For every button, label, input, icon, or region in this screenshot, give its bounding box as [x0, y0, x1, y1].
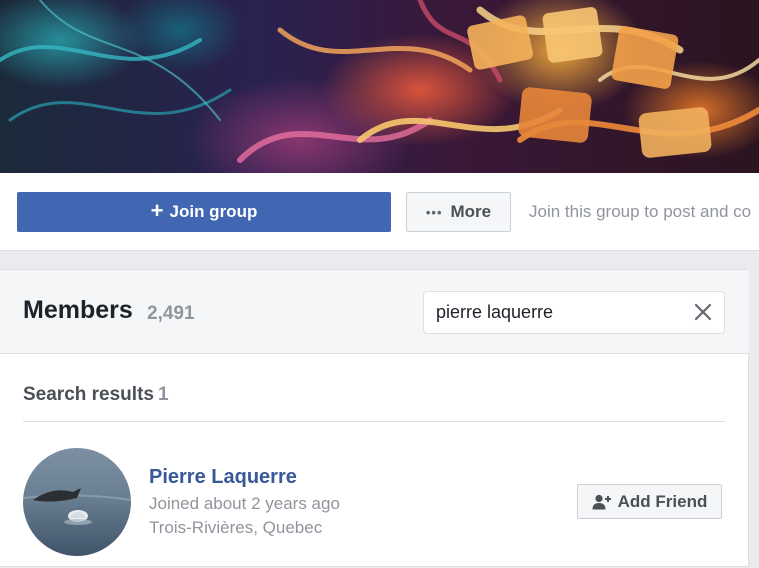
search-results-count: 1 — [157, 384, 169, 405]
member-search-box — [423, 291, 725, 334]
add-friend-icon — [592, 494, 611, 509]
member-location: Trois-Rivières, Quebec — [149, 518, 323, 537]
members-title: Members — [23, 296, 133, 324]
ellipsis-icon: ••• — [425, 204, 443, 220]
avatar[interactable] — [23, 448, 131, 556]
member-search-input[interactable] — [436, 292, 686, 333]
group-action-bar: + Join group ••• More Join this group to… — [0, 173, 759, 251]
more-label: More — [450, 202, 492, 221]
close-icon[interactable] — [694, 303, 712, 321]
join-group-button[interactable]: + Join group — [17, 192, 391, 232]
group-cover-photo — [0, 0, 759, 173]
search-results-heading: Search results 1 — [23, 384, 169, 406]
more-button[interactable]: ••• More — [406, 192, 511, 232]
members-header: Members 2,491 — [0, 270, 749, 354]
members-count: 2,491 — [147, 303, 195, 324]
add-friend-label: Add Friend — [617, 491, 708, 511]
member-name-link[interactable]: Pierre Laquerre — [149, 466, 297, 489]
plus-icon: + — [150, 198, 164, 223]
join-group-label: Join group — [169, 202, 258, 221]
avatar-photo — [23, 448, 131, 556]
cover-art — [0, 0, 759, 163]
search-results-label: Search results — [23, 384, 154, 405]
join-hint-text: Join this group to post and co — [529, 202, 752, 221]
member-joined-date: Joined about 2 years ago — [149, 494, 340, 513]
members-card: Members 2,491 Search results1 — [0, 269, 749, 567]
add-friend-button[interactable]: Add Friend — [577, 484, 722, 519]
member-list-item: Pierre Laquerre Joined about 2 years ago… — [0, 422, 749, 568]
